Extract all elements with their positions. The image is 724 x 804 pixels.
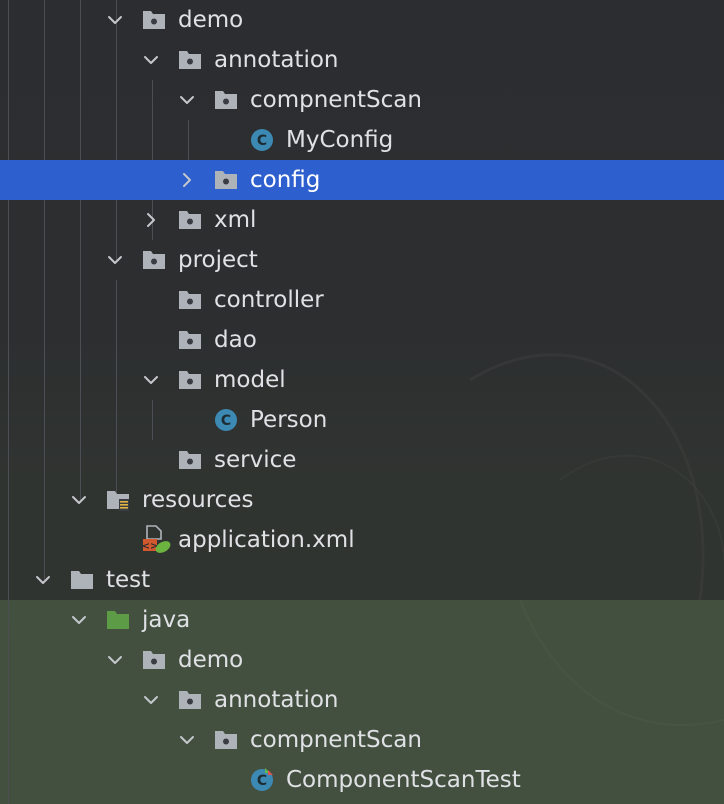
test-class-icon: C: [250, 768, 274, 792]
chevron-down-icon[interactable]: [34, 571, 52, 589]
chevron-down-icon[interactable]: [106, 251, 124, 269]
tree-row-label: resources: [142, 487, 254, 513]
chevron-right-icon[interactable]: [142, 211, 160, 229]
tree-row-label: java: [142, 607, 191, 633]
tree-row-label: MyConfig: [286, 127, 394, 153]
tree-row-annotation[interactable]: annotation: [0, 680, 724, 720]
java-class-icon: C: [250, 128, 274, 152]
tree-row-label: compnentScan: [250, 727, 422, 753]
folder-icon: [70, 569, 94, 591]
svg-text:C: C: [257, 133, 267, 149]
package-folder-icon: [178, 209, 202, 231]
chevron-down-icon[interactable]: [142, 691, 160, 709]
tree-row-dao[interactable]: dao: [0, 320, 724, 360]
package-folder-icon: [214, 729, 238, 751]
tree-row-componentscantest[interactable]: C ComponentScanTest: [0, 760, 724, 800]
resources-folder-icon: [106, 489, 130, 511]
tree-row-label: xml: [214, 207, 257, 233]
test-sources-folder-icon: [106, 609, 130, 631]
chevron-down-icon[interactable]: [142, 371, 160, 389]
package-folder-icon: [178, 449, 202, 471]
tree-row-label: ComponentScanTest: [286, 767, 521, 793]
package-folder-icon: [142, 649, 166, 671]
tree-row-label: controller: [214, 287, 324, 313]
tree-row-label: dao: [214, 327, 257, 353]
tree-row-project[interactable]: project: [0, 240, 724, 280]
tree-row-label: test: [106, 567, 151, 593]
tree-row-config[interactable]: config: [0, 160, 724, 200]
tree-row-java[interactable]: java: [0, 600, 724, 640]
tree-row-service[interactable]: service: [0, 440, 724, 480]
tree-row-label: annotation: [214, 47, 339, 73]
chevron-down-icon[interactable]: [70, 611, 88, 629]
chevron-down-icon[interactable]: [106, 11, 124, 29]
tree-row-demo[interactable]: demo: [0, 640, 724, 680]
chevron-down-icon[interactable]: [142, 51, 160, 69]
tree-row-annotation[interactable]: annotation: [0, 40, 724, 80]
tree-row-person[interactable]: C Person: [0, 400, 724, 440]
chevron-down-icon[interactable]: [70, 491, 88, 509]
tree-row-demo[interactable]: demo: [0, 0, 724, 40]
svg-text:C: C: [221, 413, 231, 429]
svg-text:C: C: [257, 773, 267, 789]
tree-row-compnentscan[interactable]: compnentScan: [0, 80, 724, 120]
package-folder-icon: [142, 249, 166, 271]
package-folder-icon: [178, 289, 202, 311]
tree-row-resources[interactable]: resources: [0, 480, 724, 520]
spring-xml-file-icon: <>: [142, 525, 172, 555]
tree-row-label: config: [250, 167, 321, 193]
package-folder-icon: [178, 689, 202, 711]
tree-row-label: demo: [178, 647, 244, 673]
tree-row-myconfig[interactable]: C MyConfig: [0, 120, 724, 160]
tree-row-label: Person: [250, 407, 328, 433]
chevron-down-icon[interactable]: [178, 731, 196, 749]
tree-row-application-xml[interactable]: <> application.xml: [0, 520, 724, 560]
java-class-icon: C: [214, 408, 238, 432]
tree-row-label: annotation: [214, 687, 339, 713]
chevron-right-icon[interactable]: [178, 171, 196, 189]
tree-row-test[interactable]: test: [0, 560, 724, 600]
tree-row-label: application.xml: [178, 527, 355, 553]
tree-row-label: model: [214, 367, 286, 393]
tree-row-xml[interactable]: xml: [0, 200, 724, 240]
project-tree: demo annotation compnentScan C MyConfig confi…: [0, 0, 724, 804]
chevron-down-icon[interactable]: [106, 651, 124, 669]
package-folder-icon: [142, 9, 166, 31]
tree-row-label: demo: [178, 7, 244, 33]
tree-row-controller[interactable]: controller: [0, 280, 724, 320]
tree-row-compnentscan[interactable]: compnentScan: [0, 720, 724, 760]
package-folder-icon: [178, 329, 202, 351]
package-folder-icon: [178, 369, 202, 391]
chevron-down-icon[interactable]: [178, 91, 196, 109]
package-folder-icon: [214, 89, 238, 111]
package-folder-icon: [178, 49, 202, 71]
package-folder-icon: [214, 169, 238, 191]
tree-row-label: project: [178, 247, 258, 273]
tree-row-model[interactable]: model: [0, 360, 724, 400]
tree-row-label: service: [214, 447, 297, 473]
tree-row-label: compnentScan: [250, 87, 422, 113]
